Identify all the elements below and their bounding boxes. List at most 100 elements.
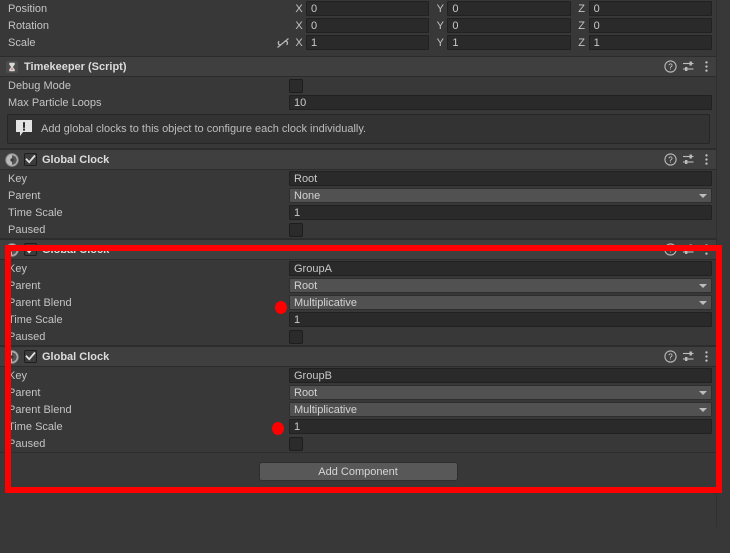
- axis-label-y: Y: [436, 36, 444, 49]
- component-enabled-checkbox[interactable]: [24, 243, 37, 256]
- field-label: Time Scale: [8, 420, 63, 433]
- key-input[interactable]: GroupB: [289, 368, 712, 383]
- scale-y-input[interactable]: 1: [447, 35, 571, 50]
- field-row-parent: Parent Root: [0, 277, 716, 294]
- dropdown-value: Multiplicative: [294, 296, 357, 309]
- field-label: Parent: [8, 386, 41, 399]
- component-enabled-checkbox[interactable]: [24, 153, 37, 166]
- constrained-proportions-off-icon[interactable]: [274, 37, 292, 49]
- parent-blend-dropdown[interactable]: Multiplicative: [289, 295, 712, 310]
- preset-icon[interactable]: [680, 152, 697, 168]
- axis-label-z: Z: [578, 2, 586, 15]
- component-header-global-clock[interactable]: Global Clock?: [0, 346, 716, 367]
- add-component-button[interactable]: Add Component: [258, 462, 458, 481]
- transform-row-position: Position X 0 Y 0 Z 0: [0, 0, 716, 17]
- component-title: Global Clock: [42, 153, 110, 166]
- parent-dropdown[interactable]: Root: [289, 278, 712, 293]
- inspector-bottom-fill: [0, 527, 730, 553]
- time-scale-input[interactable]: 1: [289, 312, 712, 327]
- chevron-down-icon: [699, 300, 707, 305]
- component-header-global-clock[interactable]: Global Clock?: [0, 149, 716, 170]
- dropdown-value: None: [294, 189, 321, 202]
- field-label: Key: [8, 172, 27, 185]
- script-ball-icon: [4, 242, 20, 258]
- help-icon[interactable]: ?: [662, 242, 679, 258]
- kebab-menu-icon[interactable]: [698, 349, 715, 365]
- helpbox-global-clocks: Add global clocks to this object to conf…: [7, 114, 710, 144]
- global-clock-list: Global Clock? Key Root Parent None Time Scale…: [0, 149, 716, 453]
- dropdown-value: Multiplicative: [294, 403, 357, 416]
- field-row-time-scale: Time Scale 1: [0, 311, 716, 328]
- transform-row-scale: Scale X 1 Y 1 Z 1: [0, 34, 716, 51]
- field-label: Parent: [8, 189, 41, 202]
- debug-mode-checkbox[interactable]: [289, 78, 303, 93]
- field-row-paused: Paused: [0, 435, 716, 452]
- add-component-area: Add Component: [0, 453, 716, 481]
- field-label: Parent: [8, 279, 41, 292]
- kebab-menu-icon[interactable]: [698, 59, 715, 75]
- preset-icon[interactable]: [680, 59, 697, 75]
- info-exclamation-icon: [14, 118, 34, 141]
- dropdown-value: Root: [294, 279, 318, 292]
- time-scale-input[interactable]: 1: [289, 419, 712, 434]
- rotation-y-input[interactable]: 0: [447, 18, 571, 33]
- position-z-input[interactable]: 0: [588, 1, 712, 16]
- component-global-clock: Global Clock? Key GroupB Parent Root Parent B…: [0, 346, 716, 453]
- scale-x-input[interactable]: 1: [306, 35, 430, 50]
- field-row-paused: Paused: [0, 328, 716, 345]
- help-icon[interactable]: ?: [662, 152, 679, 168]
- rotation-x-input[interactable]: 0: [306, 18, 430, 33]
- field-row-debug-mode: Debug Mode: [0, 77, 716, 94]
- component-header-timekeeper[interactable]: Timekeeper (Script) ?: [0, 56, 716, 77]
- position-x-input[interactable]: 0: [306, 1, 430, 16]
- field-label: Debug Mode: [8, 79, 71, 92]
- position-y-input[interactable]: 0: [447, 1, 571, 16]
- field-row-key: Key GroupB: [0, 367, 716, 384]
- field-row-max-particle-loops: Max Particle Loops 10: [0, 94, 716, 111]
- paused-checkbox[interactable]: [289, 436, 303, 451]
- chevron-down-icon: [699, 283, 707, 288]
- component-header-global-clock[interactable]: Global Clock?: [0, 239, 716, 260]
- field-label: Parent Blend: [8, 403, 72, 416]
- field-row-parent: Parent Root: [0, 384, 716, 401]
- component-title: Timekeeper (Script): [24, 60, 127, 73]
- rotation-z-input[interactable]: 0: [588, 18, 712, 33]
- field-label: Rotation: [8, 19, 49, 32]
- inspector-panel: Position X 0 Y 0 Z 0 Rotation X 0 Y 0 Z …: [0, 0, 716, 481]
- svg-text:?: ?: [668, 353, 673, 362]
- key-input[interactable]: Root: [289, 171, 712, 186]
- help-icon[interactable]: ?: [662, 59, 679, 75]
- paused-checkbox[interactable]: [289, 329, 303, 344]
- kebab-menu-icon[interactable]: [698, 242, 715, 258]
- field-row-parent: Parent None: [0, 187, 716, 204]
- field-label: Time Scale: [8, 206, 63, 219]
- max-particle-loops-input[interactable]: 10: [289, 95, 712, 110]
- paused-checkbox[interactable]: [289, 222, 303, 237]
- field-label: Paused: [8, 330, 46, 343]
- field-row-key: Key GroupA: [0, 260, 716, 277]
- hourglass-script-icon: [4, 59, 20, 75]
- preset-icon[interactable]: [680, 242, 697, 258]
- svg-text:?: ?: [668, 246, 673, 255]
- axis-label-y: Y: [436, 19, 444, 32]
- kebab-menu-icon[interactable]: [698, 152, 715, 168]
- scale-z-input[interactable]: 1: [588, 35, 712, 50]
- field-label: Paused: [8, 223, 46, 236]
- script-ball-icon: [4, 349, 20, 365]
- parent-blend-dropdown[interactable]: Multiplicative: [289, 402, 712, 417]
- parent-dropdown[interactable]: Root: [289, 385, 712, 400]
- transform-fields: Position X 0 Y 0 Z 0 Rotation X 0 Y 0 Z …: [0, 0, 716, 51]
- parent-dropdown[interactable]: None: [289, 188, 712, 203]
- time-scale-input[interactable]: 1: [289, 205, 712, 220]
- key-input[interactable]: GroupA: [289, 261, 712, 276]
- component-enabled-checkbox[interactable]: [24, 350, 37, 363]
- dropdown-value: Root: [294, 386, 318, 399]
- field-label: Parent Blend: [8, 296, 72, 309]
- component-title: Global Clock: [42, 243, 110, 256]
- axis-label-x: X: [295, 36, 303, 49]
- transform-row-rotation: Rotation X 0 Y 0 Z 0: [0, 17, 716, 34]
- help-icon[interactable]: ?: [662, 349, 679, 365]
- preset-icon[interactable]: [680, 349, 697, 365]
- field-label: Key: [8, 369, 27, 382]
- field-row-paused: Paused: [0, 221, 716, 238]
